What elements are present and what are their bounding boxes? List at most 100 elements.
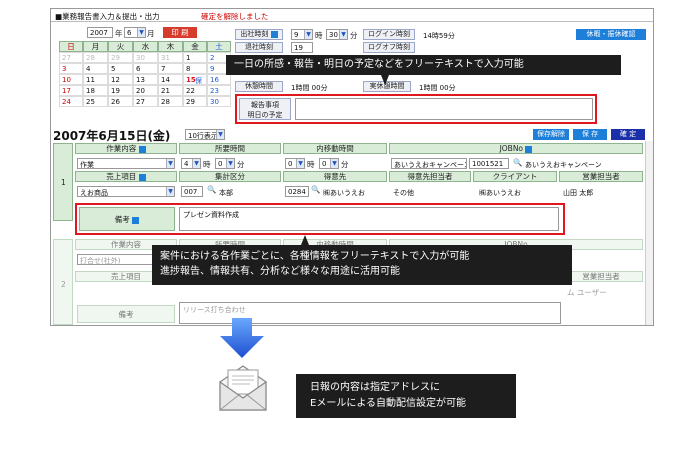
calendar-week: 101112131415保16 (59, 74, 231, 85)
calendar-day[interactable]: 7 (158, 63, 183, 74)
checkout-hour-select[interactable]: 19 (291, 42, 313, 53)
calendar-day[interactable]: 8 (183, 63, 207, 74)
calendar-day[interactable]: 24 (59, 96, 83, 107)
calendar-day[interactable]: 21 (158, 85, 183, 96)
search-icon[interactable]: 🔍 (513, 158, 522, 167)
calendar-day[interactable]: 18 (83, 85, 108, 96)
calendar-day[interactable]: 16 (207, 74, 231, 85)
leave-check-button[interactable]: 休暇・振休確認 (576, 29, 646, 40)
weekday-wed: 水 (133, 41, 158, 52)
help-icon[interactable] (270, 30, 278, 38)
note-label-row2: 備考 (77, 305, 175, 323)
calendar-day[interactable]: 29 (108, 52, 133, 63)
calendar-day[interactable]: 17 (59, 85, 83, 96)
calendar-day[interactable]: 20 (133, 85, 158, 96)
calendar-day[interactable]: 13 (133, 74, 158, 85)
down-arrow-icon (220, 318, 264, 358)
help-icon[interactable] (525, 145, 533, 153)
calendar-day[interactable]: 26 (108, 96, 133, 107)
calendar-day[interactable]: 14 (158, 74, 183, 85)
month-suffix: 月 (147, 29, 155, 38)
chevron-down-icon: ▼ (296, 159, 304, 168)
calendar-day[interactable]: 22 (183, 85, 207, 96)
impression-textarea[interactable] (295, 98, 593, 120)
month-select[interactable]: 6 ▼ (124, 27, 146, 38)
login-label: ログイン時刻 (363, 29, 415, 40)
calendar-day[interactable]: 4 (83, 63, 108, 74)
req-minute-select[interactable]: 0 ▼ (215, 158, 235, 169)
rest-label: 休憩時間 (235, 81, 283, 92)
calendar-day[interactable]: 28 (83, 52, 108, 63)
calendar-day[interactable]: 27 (59, 52, 83, 63)
callout-bottom-line1: 日報の内容は指定アドレスに (310, 382, 440, 393)
col-work: 作業内容 (75, 143, 177, 154)
callout-bottom: 日報の内容は指定アドレスに Eメールによる自動配信設定が可能 (296, 374, 516, 418)
sales-rep-row2: ム ユーザー (567, 288, 607, 297)
calendar-week: 27 28 29 30 31 1 2 (59, 52, 231, 63)
search-icon[interactable]: 🔍 (311, 185, 320, 194)
calendar-day[interactable]: 27 (133, 96, 158, 107)
move-hour-select[interactable]: 0 ▼ (285, 158, 305, 169)
calendar-day[interactable]: 28 (158, 96, 183, 107)
note-textarea[interactable]: プレゼン資料作成 (179, 207, 559, 231)
calendar-day[interactable]: 31 (158, 52, 183, 63)
row-number-cell: 2 (53, 239, 73, 325)
calendar-week: 17 18 19 20 21 22 23 (59, 85, 231, 96)
help-icon[interactable] (138, 145, 146, 153)
hour-unit: 時 (315, 31, 323, 40)
help-icon[interactable] (132, 216, 140, 224)
calendar-day[interactable]: 30 (207, 96, 231, 107)
calendar-day[interactable]: 3 (59, 63, 83, 74)
job-name-select[interactable]: あいうえおキャンペーン (391, 158, 467, 169)
year-select[interactable]: 2007 (87, 27, 113, 38)
help-icon[interactable] (138, 173, 146, 181)
print-button[interactable]: 印 刷 (163, 27, 197, 38)
calendar-day[interactable]: 6 (133, 63, 158, 74)
minute-unit: 分 (350, 31, 358, 40)
calendar-day[interactable]: 10 (59, 74, 83, 85)
report-date: 2007年6月15日(金) (53, 129, 171, 143)
col-jobno: JOBNo (389, 143, 643, 154)
summary-code-input[interactable]: 007 (181, 186, 203, 197)
checkin-hour-select[interactable]: 9 ▼ (291, 29, 313, 40)
grid-scrollbar[interactable] (645, 141, 653, 325)
minute-unit: 分 (237, 160, 245, 169)
checkin-minute-select[interactable]: 30 ▼ (326, 29, 348, 40)
client-code-input[interactable]: 0284 (285, 186, 309, 197)
impression-label: 報告事項 明日の予定 (239, 98, 291, 120)
confirm-button[interactable]: 確 定 (611, 129, 645, 140)
sales-rep-value: 山田 太郎 (563, 189, 594, 197)
weekday-sat: 土 (207, 41, 231, 52)
calendar-day[interactable]: 1 (183, 52, 207, 63)
sales-item-select[interactable]: えお商品 ▼ (77, 186, 175, 197)
calendar-day[interactable]: 11 (83, 74, 108, 85)
job-name-text: あいうえおキャンペーン (525, 161, 602, 169)
impression-label-line2: 明日の予定 (247, 111, 283, 119)
calendar-day[interactable]: 23 (207, 85, 231, 96)
rows-select[interactable]: 10行表示 ▼ (185, 129, 225, 140)
calendar-day[interactable]: 25 (83, 96, 108, 107)
calendar-day[interactable]: 19 (108, 85, 133, 96)
move-minute-select[interactable]: 0 ▼ (319, 158, 339, 169)
col-sales-item: 売上項目 (75, 171, 177, 182)
calendar-day[interactable]: 30 (133, 52, 158, 63)
calendar-day[interactable]: 5 (108, 63, 133, 74)
req-hour-select[interactable]: 4 ▼ (181, 158, 201, 169)
chevron-down-icon: ▼ (339, 30, 347, 39)
calendar-day[interactable]: 29 (183, 96, 207, 107)
search-icon[interactable]: 🔍 (207, 185, 216, 194)
callout-bottom-line2: Eメールによる自動配信設定が可能 (310, 398, 467, 409)
chevron-down-icon: ▼ (216, 130, 224, 139)
weekday-thu: 木 (158, 41, 183, 52)
row-number-cell: 1 (53, 143, 73, 221)
job-number-input[interactable]: 1001521 (469, 158, 509, 169)
note-highlight: 備考 プレゼン資料作成 (75, 203, 565, 235)
calendar-day[interactable]: 12 (108, 74, 133, 85)
work-select[interactable]: 作業 ▼ (77, 158, 175, 169)
col-client-contact: 得意先担当者 (389, 171, 471, 182)
save-button[interactable]: 保 存 (573, 129, 607, 140)
col-sales-rep: 営業担当者 (559, 171, 643, 182)
cancel-save-button[interactable]: 保存解除 (533, 129, 569, 140)
weekday-mon: 月 (83, 41, 108, 52)
envelope-icon (219, 365, 267, 411)
